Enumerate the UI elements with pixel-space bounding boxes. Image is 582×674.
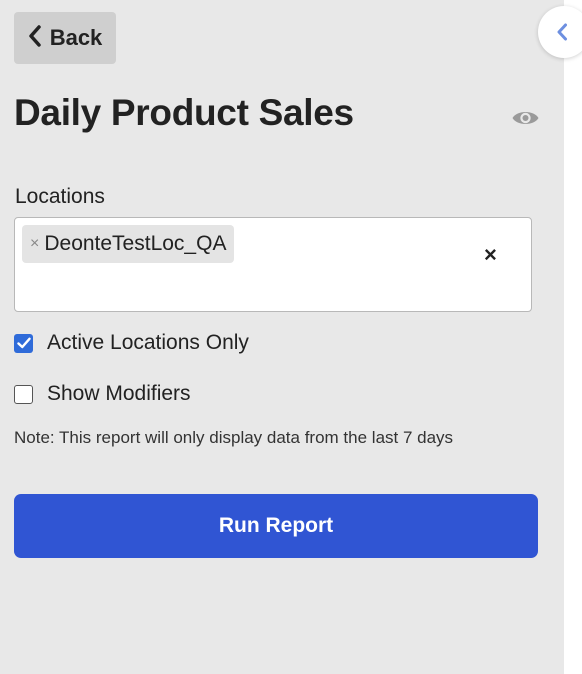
active-locations-checkbox[interactable] — [14, 333, 33, 353]
locations-label: Locations — [15, 185, 105, 208]
locations-multiselect[interactable]: × DeonteTestLoc_QA × — [14, 217, 532, 312]
page-title: Daily Product Sales — [14, 92, 354, 133]
location-chip: × DeonteTestLoc_QA — [22, 225, 235, 263]
location-chip-label: DeonteTestLoc_QA — [44, 232, 227, 255]
collapse-panel-button[interactable] — [538, 6, 582, 58]
report-note: Note: This report will only display data… — [14, 428, 454, 447]
chevron-left-icon — [28, 24, 42, 52]
active-locations-label: Active Locations Only — [47, 331, 249, 354]
eye-icon[interactable] — [511, 107, 540, 134]
show-modifiers-label: Show Modifiers — [47, 382, 191, 405]
back-button[interactable]: Back — [14, 12, 116, 64]
chevron-left-icon — [556, 23, 568, 41]
chip-remove-icon[interactable]: × — [30, 235, 39, 253]
run-report-button[interactable]: Run Report — [14, 494, 538, 558]
report-panel: Back Daily Product Sales Locations × Deo… — [0, 0, 564, 674]
active-locations-option[interactable]: Active Locations Only — [14, 331, 249, 355]
show-modifiers-checkbox[interactable] — [14, 384, 33, 404]
show-modifiers-option[interactable]: Show Modifiers — [14, 382, 191, 406]
clear-selection-icon[interactable]: × — [484, 242, 497, 268]
back-button-label: Back — [49, 25, 103, 50]
